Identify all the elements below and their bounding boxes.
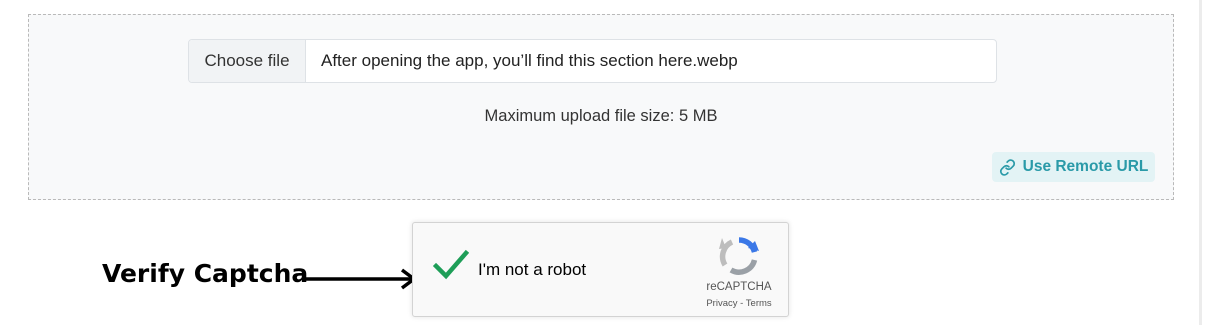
use-remote-url-label: Use Remote URL: [1022, 158, 1149, 175]
file-input[interactable]: Choose file After opening the app, you’l…: [188, 39, 997, 83]
arrow-right-icon: [300, 266, 420, 297]
scrollbar-track[interactable]: [1199, 0, 1202, 325]
max-upload-size-text: Maximum upload file size: 5 MB: [484, 107, 718, 125]
recaptcha-brand: reCAPTCHA: [706, 281, 772, 293]
checkmark-icon[interactable]: [432, 249, 470, 286]
recaptcha-label: I'm not a robot: [478, 260, 587, 279]
terms-link[interactable]: Terms: [746, 298, 772, 309]
verify-captcha-annotation: Verify Captcha: [102, 259, 309, 288]
upload-dropzone[interactable]: Choose file After opening the app, you’l…: [28, 14, 1174, 200]
use-remote-url-button[interactable]: Use Remote URL: [992, 152, 1155, 182]
recaptcha-widget: I'm not a robot reCAPTCHA Privacy - Term…: [412, 222, 789, 317]
choose-file-button[interactable]: Choose file: [189, 40, 306, 82]
selected-file-name: After opening the app, you’ll find this …: [321, 51, 738, 70]
recaptcha-logo-icon: [718, 235, 760, 282]
link-icon: [999, 158, 1016, 176]
recaptcha-links: Privacy - Terms: [681, 298, 797, 309]
privacy-link[interactable]: Privacy: [706, 298, 737, 309]
link-separator: -: [740, 298, 744, 309]
page: Choose file After opening the app, you’l…: [0, 0, 1207, 325]
